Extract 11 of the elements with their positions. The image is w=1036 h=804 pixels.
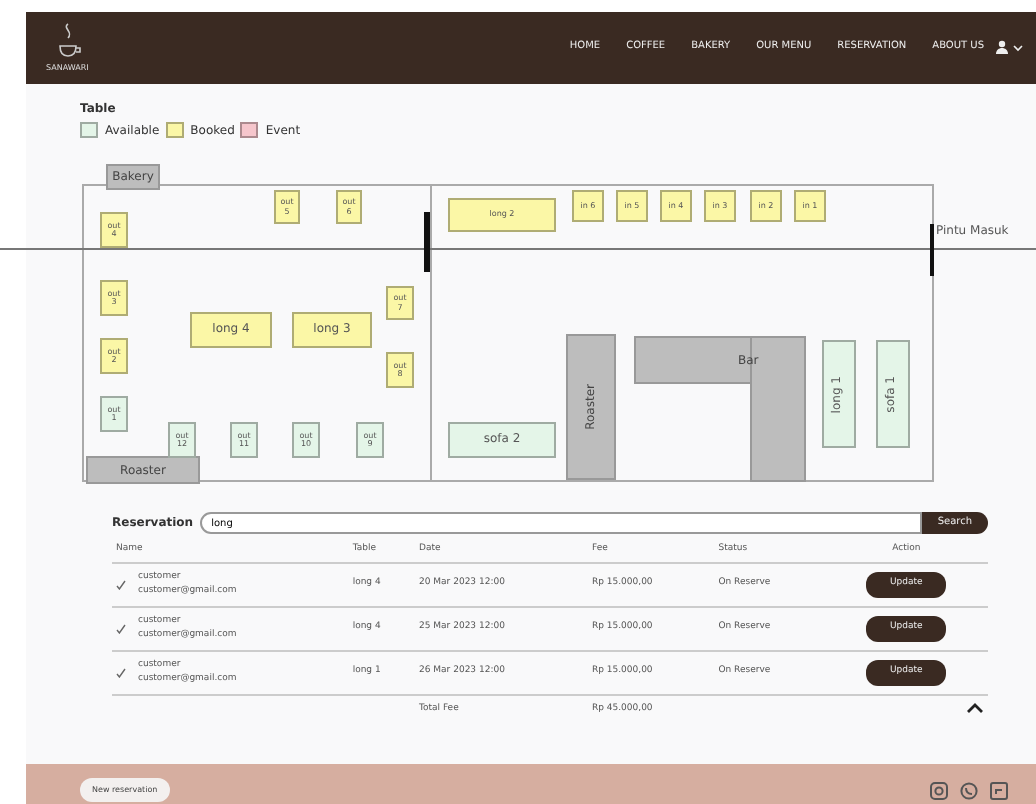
camera-icon[interactable] xyxy=(930,781,948,799)
user-menu[interactable] xyxy=(996,39,1024,57)
wall-marker xyxy=(424,212,430,272)
phone-icon[interactable] xyxy=(960,781,978,799)
check-icon xyxy=(116,668,126,679)
chevron-up-icon[interactable] xyxy=(966,702,984,715)
check-icon xyxy=(116,624,126,635)
cup-logo-icon xyxy=(53,22,82,62)
door-marker xyxy=(930,224,934,276)
square-icon[interactable] xyxy=(990,781,1008,799)
check-icon xyxy=(116,580,126,591)
